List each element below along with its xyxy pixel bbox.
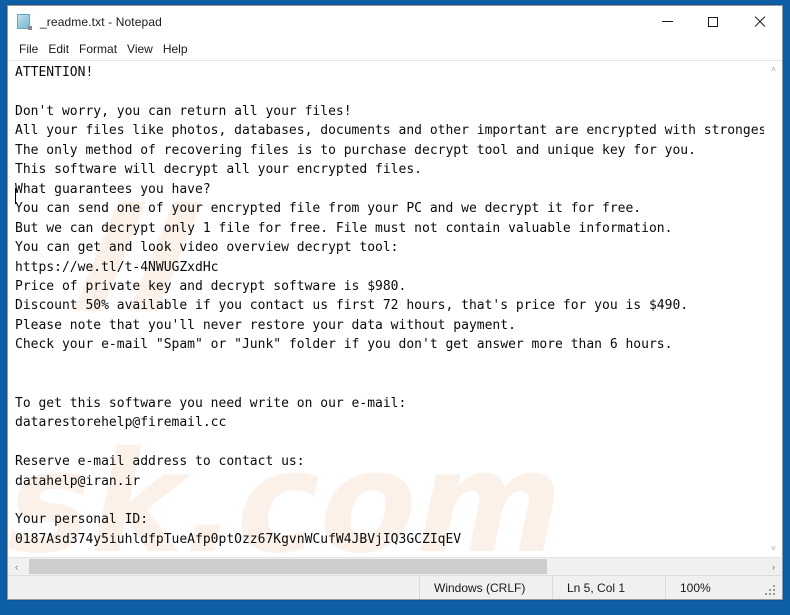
status-bar: Windows (CRLF) Ln 5, Col 1 100% [8,575,782,599]
menu-item-format[interactable]: Format [74,40,122,59]
maximize-icon [708,16,718,27]
vertical-scrollbar-track[interactable] [765,78,782,540]
editor-area: II sk.com ATTENTION! Don't worry, you ca… [8,61,782,557]
status-zoom-level: 100% [665,576,760,599]
window-title: _readme.txt - Notepad [40,14,162,29]
scroll-right-button[interactable]: › [765,558,782,575]
minimize-button[interactable] [644,6,690,37]
horizontal-scrollbar[interactable]: ‹ › [8,557,782,575]
close-button[interactable] [736,6,782,37]
title-bar-left: _readme.txt - Notepad [8,13,644,30]
notepad-document-icon [16,13,33,30]
notepad-icon-corner [28,26,32,30]
close-icon [754,16,765,27]
maximize-button[interactable] [690,6,736,37]
scroll-down-button[interactable]: ˅ [765,540,782,557]
scroll-up-button[interactable]: ˄ [765,61,782,78]
menu-bar: File Edit Format View Help [8,38,782,61]
window-controls [644,6,782,37]
minimize-icon [661,21,673,22]
notepad-window: _readme.txt - Notepad File Edit Format V… [7,5,783,600]
horizontal-scrollbar-thumb[interactable] [29,559,547,574]
scroll-left-button[interactable]: ‹ [8,558,25,575]
menu-item-edit[interactable]: Edit [43,40,74,59]
title-bar[interactable]: _readme.txt - Notepad [8,6,782,38]
vertical-scrollbar[interactable]: ˄ ˅ [764,61,782,557]
text-editor[interactable]: II sk.com ATTENTION! Don't worry, you ca… [8,61,764,557]
desktop-background: _readme.txt - Notepad File Edit Format V… [0,0,790,615]
horizontal-scrollbar-track[interactable] [25,558,765,575]
status-line-ending: Windows (CRLF) [419,576,552,599]
menu-item-help[interactable]: Help [158,40,193,59]
ransom-note-text: ATTENTION! Don't worry, you can return a… [15,65,764,547]
status-cursor-position: Ln 5, Col 1 [552,576,665,599]
text-caret [15,188,16,204]
resize-grip[interactable] [762,576,778,599]
menu-item-file[interactable]: File [14,40,43,59]
menu-item-view[interactable]: View [122,40,158,59]
